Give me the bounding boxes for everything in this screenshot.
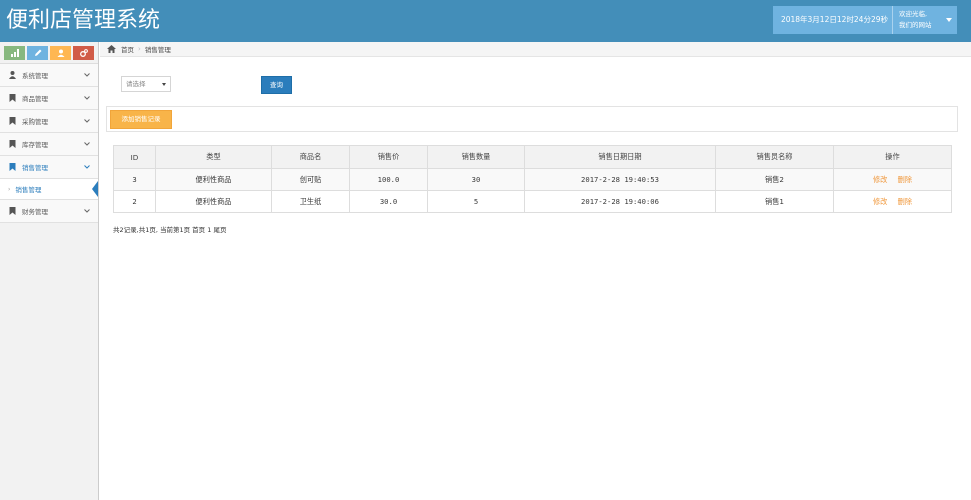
shortcut-signal-button[interactable] bbox=[4, 46, 25, 60]
sidebar-item-label: 商品管理 bbox=[22, 95, 48, 103]
users-icon bbox=[57, 49, 64, 57]
signal-icon bbox=[10, 49, 19, 57]
user-icon bbox=[8, 71, 16, 79]
col-header-actions: 操作 bbox=[833, 145, 952, 169]
col-header-name: 商品名 bbox=[271, 145, 350, 169]
welcome-line-2: 我们的网站 bbox=[899, 21, 932, 29]
cell-type: 便利性商品 bbox=[155, 168, 272, 191]
sidebar-item-label: 系统管理 bbox=[22, 72, 48, 80]
home-icon bbox=[107, 45, 116, 53]
bookmark-icon bbox=[8, 163, 16, 171]
cell-name: 创可贴 bbox=[271, 168, 350, 191]
breadcrumb-home-link[interactable]: 首页 bbox=[121, 44, 134, 54]
table-row: 3 便利性商品 创可贴 100.0 30 2017-2-28 19:40:53 … bbox=[113, 168, 952, 191]
cell-id: 3 bbox=[113, 168, 156, 191]
edit-link[interactable]: 修改 bbox=[873, 175, 887, 184]
sidebar-item-label: 财务管理 bbox=[22, 208, 48, 216]
cell-actions: 修改 删除 bbox=[833, 190, 952, 213]
col-header-price: 销售价 bbox=[349, 145, 428, 169]
caret-down-icon bbox=[162, 83, 166, 86]
cell-id: 2 bbox=[113, 190, 156, 213]
cell-seller: 销售1 bbox=[715, 190, 834, 213]
cell-date: 2017-2-28 19:40:06 bbox=[524, 190, 716, 213]
angle-right-icon: › bbox=[8, 185, 11, 193]
cell-price: 100.0 bbox=[349, 168, 428, 191]
type-select[interactable]: 请选择 bbox=[121, 76, 171, 92]
app-title: 便利店管理系统 bbox=[6, 8, 161, 33]
sidebar-subitem-label: 销售管理 bbox=[15, 186, 42, 194]
col-header-id: ID bbox=[113, 145, 156, 169]
shortcut-cogs-button[interactable] bbox=[73, 46, 94, 60]
edit-link[interactable]: 修改 bbox=[873, 197, 887, 206]
cell-qty: 5 bbox=[427, 190, 525, 213]
current-datetime: 2018年3月12日12时24分29秒 bbox=[773, 6, 893, 34]
breadcrumb: 首页 › 销售管理 bbox=[100, 42, 971, 57]
cell-price: 30.0 bbox=[349, 190, 428, 213]
delete-link[interactable]: 删除 bbox=[898, 175, 912, 184]
query-button[interactable]: 查询 bbox=[261, 76, 292, 94]
welcome-text: 欢迎光临, 我们的网站 bbox=[893, 6, 941, 34]
chevron-down-icon bbox=[84, 73, 90, 77]
sidebar-item-label: 采购管理 bbox=[22, 118, 48, 126]
cell-qty: 30 bbox=[427, 168, 525, 191]
sidebar-item-sales[interactable]: 销售管理 bbox=[0, 156, 98, 179]
chevron-down-icon bbox=[84, 142, 90, 146]
cell-actions: 修改 删除 bbox=[833, 168, 952, 191]
sidebar-item-inventory[interactable]: 库存管理 bbox=[0, 133, 98, 156]
shortcut-users-button[interactable] bbox=[50, 46, 71, 60]
table-header-row: ID 类型 商品名 销售价 销售数量 销售日期日期 销售员名称 操作 bbox=[113, 145, 952, 169]
cell-type: 便利性商品 bbox=[155, 190, 272, 213]
chevron-down-icon bbox=[84, 96, 90, 100]
sidebar-item-finance[interactable]: 财务管理 bbox=[0, 200, 98, 223]
sidebar-item-goods[interactable]: 商品管理 bbox=[0, 87, 98, 110]
sidebar-item-purchase[interactable]: 采购管理 bbox=[0, 110, 98, 133]
bookmark-icon bbox=[8, 140, 16, 148]
sales-table: ID 类型 商品名 销售价 销售数量 销售日期日期 销售员名称 操作 3 便利性… bbox=[113, 145, 952, 213]
pagination-info: 共2记录,共1页, 当前第1页 首页 1 尾页 bbox=[113, 226, 227, 234]
col-header-seller: 销售员名称 bbox=[715, 145, 834, 169]
cell-name: 卫生纸 bbox=[271, 190, 350, 213]
bookmark-icon bbox=[8, 94, 16, 102]
top-navbar: 便利店管理系统 2018年3月12日12时24分29秒 欢迎光临, 我们的网站 bbox=[0, 0, 971, 42]
col-header-type: 类型 bbox=[155, 145, 272, 169]
sidebar: 系统管理 商品管理 采购管理 库存管理 销售管理 › 销售管理 财务管理 bbox=[0, 42, 99, 500]
delete-link[interactable]: 删除 bbox=[898, 197, 912, 206]
chevron-down-icon bbox=[84, 209, 90, 213]
caret-down-icon[interactable] bbox=[941, 6, 957, 34]
type-select-value: 请选择 bbox=[126, 80, 146, 88]
add-sales-record-button[interactable]: 添加销售记录 bbox=[110, 110, 172, 129]
user-panel[interactable]: 2018年3月12日12时24分29秒 欢迎光临, 我们的网站 bbox=[772, 6, 957, 34]
cell-seller: 销售2 bbox=[715, 168, 834, 191]
chevron-down-icon bbox=[84, 119, 90, 123]
col-header-date: 销售日期日期 bbox=[524, 145, 716, 169]
table-row: 2 便利性商品 卫生纸 30.0 5 2017-2-28 19:40:06 销售… bbox=[113, 190, 952, 213]
shortcut-pencil-button[interactable] bbox=[27, 46, 48, 60]
action-toolbar: 添加销售记录 bbox=[106, 106, 958, 132]
sidebar-item-label: 销售管理 bbox=[22, 164, 48, 172]
cell-date: 2017-2-28 19:40:53 bbox=[524, 168, 716, 191]
sidebar-shortcuts bbox=[0, 42, 98, 64]
bookmark-icon bbox=[8, 207, 16, 215]
chevron-down-icon bbox=[84, 165, 90, 169]
sidebar-item-system[interactable]: 系统管理 bbox=[0, 64, 98, 87]
pencil-icon bbox=[34, 49, 41, 56]
sidebar-subitem-sales-management[interactable]: › 销售管理 bbox=[0, 179, 98, 200]
bookmark-icon bbox=[8, 117, 16, 125]
sidebar-item-label: 库存管理 bbox=[22, 141, 48, 149]
breadcrumb-separator-icon: › bbox=[138, 45, 141, 53]
breadcrumb-current: 销售管理 bbox=[144, 46, 171, 54]
col-header-qty: 销售数量 bbox=[427, 145, 525, 169]
cogs-icon bbox=[79, 49, 88, 57]
welcome-line-1: 欢迎光临, bbox=[899, 10, 928, 18]
